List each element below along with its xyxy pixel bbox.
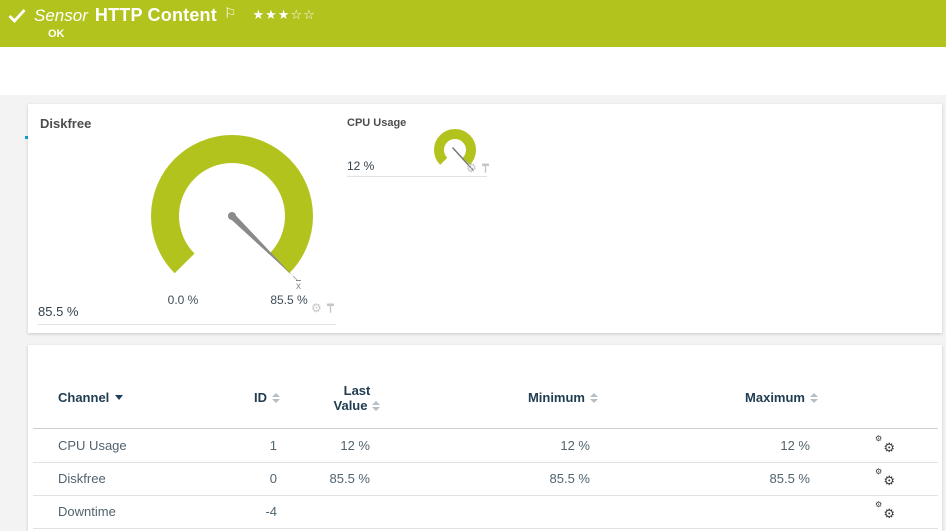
cell-maximum: 12 % xyxy=(780,438,810,453)
sort-icon xyxy=(590,393,598,403)
cell-last-value xyxy=(240,495,370,528)
column-label: Last xyxy=(343,383,371,398)
column-header-id[interactable]: ID xyxy=(158,390,280,405)
gauge-title-diskfree: Diskfree xyxy=(40,116,92,131)
column-label: Value xyxy=(333,398,368,413)
row-divider xyxy=(33,528,938,529)
cell-last-value: 85.5 % xyxy=(329,471,370,486)
cell-minimum: 12 % xyxy=(560,438,590,453)
cell-channel: CPU Usage xyxy=(58,438,127,453)
overview-gauges-panel: Diskfree 0.0 % 85.5 % x 85.5 % ⚙ CPU Usa… xyxy=(28,104,942,333)
cell-maximum xyxy=(660,495,810,528)
pin-icon[interactable] xyxy=(481,163,490,174)
diskfree-gauge-arc xyxy=(151,135,313,274)
cell-channel: Downtime xyxy=(58,504,116,519)
sort-icon xyxy=(272,393,280,403)
gauge-title-cpu: CPU Usage xyxy=(347,117,407,129)
gear-icon[interactable]: ⚙ xyxy=(466,162,477,174)
star-rating[interactable]: ★★★☆☆ xyxy=(253,7,316,23)
gauge-value-cpu: 12 % xyxy=(347,159,375,173)
gauge-value-diskfree: 85.5 % xyxy=(38,304,79,319)
sort-icon xyxy=(810,393,818,403)
column-header-last-value[interactable]: Last Value xyxy=(307,383,407,413)
gears-icon[interactable]: ⚙ ⚙ xyxy=(875,500,895,522)
status-badge: OK xyxy=(48,28,65,40)
sensor-type-label: Sensor xyxy=(34,6,88,25)
sensor-title: HTTP Content xyxy=(94,5,217,25)
column-label: Minimum xyxy=(527,390,585,405)
gear-icon[interactable]: ⚙ xyxy=(311,302,322,314)
cpu-tile-divider xyxy=(347,176,487,177)
channels-table-panel: Channel ID Last Value Minimum Maximum CP… xyxy=(28,345,942,531)
column-header-maximum[interactable]: Maximum xyxy=(668,390,818,405)
diskfree-tile-buttons: ⚙ xyxy=(311,302,335,314)
stars-empty[interactable]: ☆☆ xyxy=(290,7,315,22)
stars-filled[interactable]: ★★★ xyxy=(253,7,291,22)
gauge-mean-marker: x xyxy=(296,280,301,292)
check-icon xyxy=(8,9,26,23)
cell-minimum: 85.5 % xyxy=(549,471,590,486)
tab-bar: Overview Live Data 2 days 30 days 3 xyxy=(0,47,946,139)
cell-maximum: 85.5 % xyxy=(769,471,810,486)
gears-icon[interactable]: ⚙ ⚙ xyxy=(875,467,895,489)
column-label: Maximum xyxy=(745,390,805,405)
cpu-tile-buttons: ⚙ xyxy=(466,162,490,174)
priority-flag-icon[interactable]: ⚐ xyxy=(224,6,237,22)
gauge-scale-max: 85.5 % xyxy=(270,293,308,307)
cell-channel: Diskfree xyxy=(58,471,106,486)
gauge-scale-min: 0.0 % xyxy=(167,293,199,307)
column-header-minimum[interactable]: Minimum xyxy=(448,390,598,405)
sort-caret-icon xyxy=(115,395,124,400)
sensor-overview-page: Sensor HTTP Content ⚐ ★★★☆☆ OK Overview xyxy=(0,0,946,531)
cpu-gauge-arc xyxy=(434,129,476,165)
gears-icon[interactable]: ⚙ ⚙ xyxy=(875,434,895,456)
cell-last-value: 12 % xyxy=(340,438,370,453)
cell-minimum xyxy=(440,495,590,528)
sensor-status-bar: Sensor HTTP Content ⚐ ★★★☆☆ OK xyxy=(0,0,946,47)
sensor-title-row: Sensor HTTP Content ⚐ ★★★☆☆ xyxy=(8,5,316,26)
channel-settings-button[interactable]: ⚙ ⚙ xyxy=(875,499,895,531)
column-label: ID xyxy=(254,390,267,405)
sort-icon xyxy=(372,401,381,411)
column-label: Channel xyxy=(58,390,110,405)
column-header-channel[interactable]: Channel xyxy=(58,390,124,405)
pin-icon[interactable] xyxy=(326,303,335,314)
diskfree-tile-divider xyxy=(38,324,336,325)
